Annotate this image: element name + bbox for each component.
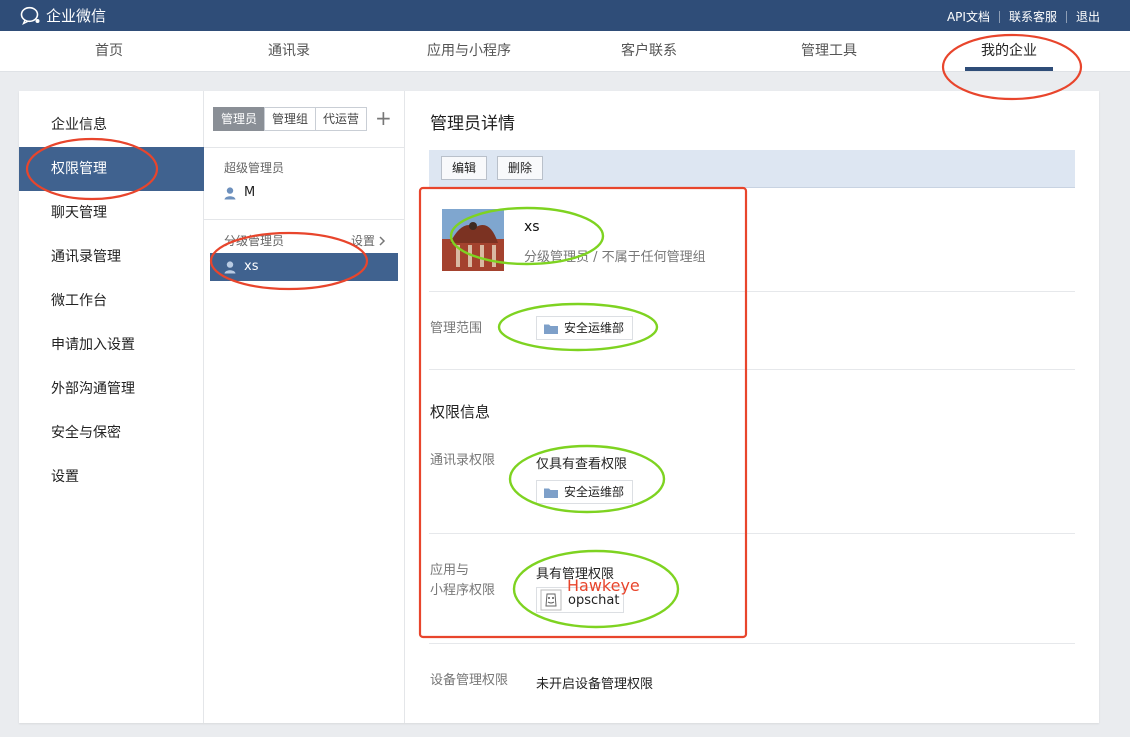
scope-label: 管理范围 bbox=[430, 321, 483, 336]
super-admin-item[interactable]: M bbox=[204, 179, 404, 207]
delete-button[interactable]: 删除 bbox=[497, 156, 544, 180]
detail-toolbar: 编辑 删除 bbox=[429, 150, 1075, 188]
device-permission-value: 未开启设备管理权限 bbox=[536, 677, 654, 692]
apps-permission-label-line2: 小程序权限 bbox=[430, 583, 496, 598]
folder-icon bbox=[544, 324, 558, 334]
brand[interactable]: 企业微信 bbox=[20, 5, 106, 26]
sub-admin-settings-link[interactable]: 设置 bbox=[351, 232, 386, 249]
tab-admins[interactable]: 管理员 bbox=[213, 107, 266, 131]
contact-support-link[interactable]: 联系客服 bbox=[1009, 8, 1057, 25]
sub-admin-label: 分级管理员 bbox=[224, 234, 285, 248]
contacts-permission-label: 通讯录权限 bbox=[430, 453, 496, 468]
section-divider bbox=[429, 533, 1075, 534]
super-admin-name: M bbox=[244, 185, 256, 200]
chevron-right-icon bbox=[379, 235, 386, 246]
sub-admin-item-selected[interactable]: xs bbox=[210, 253, 398, 281]
main-nav: 首页 通讯录 应用与小程序 客户联系 管理工具 我的企业 bbox=[0, 31, 1130, 72]
admin-list-pane: 管理员 管理组 代运营 + 超级管理员 M 分级管理员 设置 xs bbox=[204, 91, 405, 723]
section-divider bbox=[429, 291, 1075, 292]
sidebar-item-settings[interactable]: 设置 bbox=[19, 455, 204, 499]
page-title: 管理员详情 bbox=[430, 114, 515, 134]
apps-permission-label-line1: 应用与 bbox=[430, 563, 470, 578]
admin-type-tabs: 管理员 管理组 代运营 bbox=[213, 107, 368, 131]
scope-dept-name: 安全运维部 bbox=[564, 321, 625, 335]
admin-name: xs bbox=[524, 219, 540, 235]
top-links: API文档 联系客服 退出 bbox=[947, 8, 1100, 25]
sub-admin-name: xs bbox=[244, 259, 259, 274]
admin-role-subtitle: 分级管理员 / 不属于任何管理组 bbox=[524, 250, 706, 265]
tab-apps[interactable]: 应用与小程序 bbox=[416, 31, 522, 71]
list-divider bbox=[204, 219, 404, 220]
permission-info-title: 权限信息 bbox=[430, 403, 491, 421]
tab-customer-contact[interactable]: 客户联系 bbox=[610, 31, 688, 71]
user-icon bbox=[224, 260, 236, 273]
super-admin-label: 超级管理员 bbox=[224, 161, 285, 175]
section-divider bbox=[429, 369, 1075, 370]
tab-home[interactable]: 首页 bbox=[80, 31, 138, 71]
contacts-dept-chip: 安全运维部 bbox=[536, 480, 634, 504]
link-divider bbox=[998, 10, 1000, 23]
logout-link[interactable]: 退出 bbox=[1076, 8, 1100, 25]
sidebar-item-contacts-management[interactable]: 通讯录管理 bbox=[19, 235, 204, 279]
apps-permission-label: 应用与 小程序权限 bbox=[430, 561, 495, 601]
brand-name: 企业微信 bbox=[46, 7, 107, 25]
sidebar-item-external-communication[interactable]: 外部沟通管理 bbox=[19, 367, 204, 411]
sidebar-item-join-settings[interactable]: 申请加入设置 bbox=[19, 323, 204, 367]
scope-dept-chip: 安全运维部 bbox=[536, 316, 634, 340]
sidebar-item-company-info[interactable]: 企业信息 bbox=[19, 103, 204, 147]
content-panel: 企业信息 权限管理 聊天管理 通讯录管理 微工作台 申请加入设置 外部沟通管理 … bbox=[19, 91, 1099, 723]
contacts-dept-name: 安全运维部 bbox=[564, 485, 625, 499]
sidebar-item-chat-management[interactable]: 聊天管理 bbox=[19, 191, 204, 235]
section-divider bbox=[429, 643, 1075, 644]
tab-contacts[interactable]: 通讯录 bbox=[255, 31, 323, 71]
tab-my-company[interactable]: 我的企业 bbox=[968, 31, 1050, 71]
sidebar: 企业信息 权限管理 聊天管理 通讯录管理 微工作台 申请加入设置 外部沟通管理 … bbox=[19, 91, 204, 723]
sidebar-item-workbench[interactable]: 微工作台 bbox=[19, 279, 204, 323]
wecom-logo-icon bbox=[20, 6, 40, 25]
add-admin-icon[interactable]: + bbox=[375, 106, 392, 130]
user-icon bbox=[224, 186, 236, 199]
link-divider bbox=[1065, 10, 1067, 23]
sidebar-item-security[interactable]: 安全与保密 bbox=[19, 411, 204, 455]
device-permission-label: 设备管理权限 bbox=[430, 673, 509, 688]
sidebar-item-permissions[interactable]: 权限管理 bbox=[19, 147, 204, 191]
api-docs-link[interactable]: API文档 bbox=[947, 8, 990, 25]
tab-management-tools[interactable]: 管理工具 bbox=[790, 31, 868, 71]
top-bar: 企业微信 API文档 联系客服 退出 bbox=[0, 0, 1130, 31]
contacts-permission-value: 仅具有查看权限 bbox=[536, 457, 628, 472]
edit-button[interactable]: 编辑 bbox=[441, 156, 488, 180]
admin-avatar bbox=[442, 209, 504, 271]
list-divider bbox=[204, 147, 404, 148]
app-icon bbox=[540, 589, 562, 611]
admin-detail-pane: 管理员详情 编辑 删除 xs 分级管理员 / 不属于任何管理组 管理范围 安全运… bbox=[405, 91, 1099, 723]
annotation-hawkeye-label: Hawkeye bbox=[567, 576, 640, 595]
folder-icon bbox=[544, 488, 558, 498]
active-tab-underline bbox=[965, 67, 1053, 71]
tab-admin-groups[interactable]: 管理组 bbox=[264, 107, 317, 131]
tab-operators[interactable]: 代运营 bbox=[315, 107, 368, 131]
settings-link-label: 设置 bbox=[351, 234, 376, 248]
